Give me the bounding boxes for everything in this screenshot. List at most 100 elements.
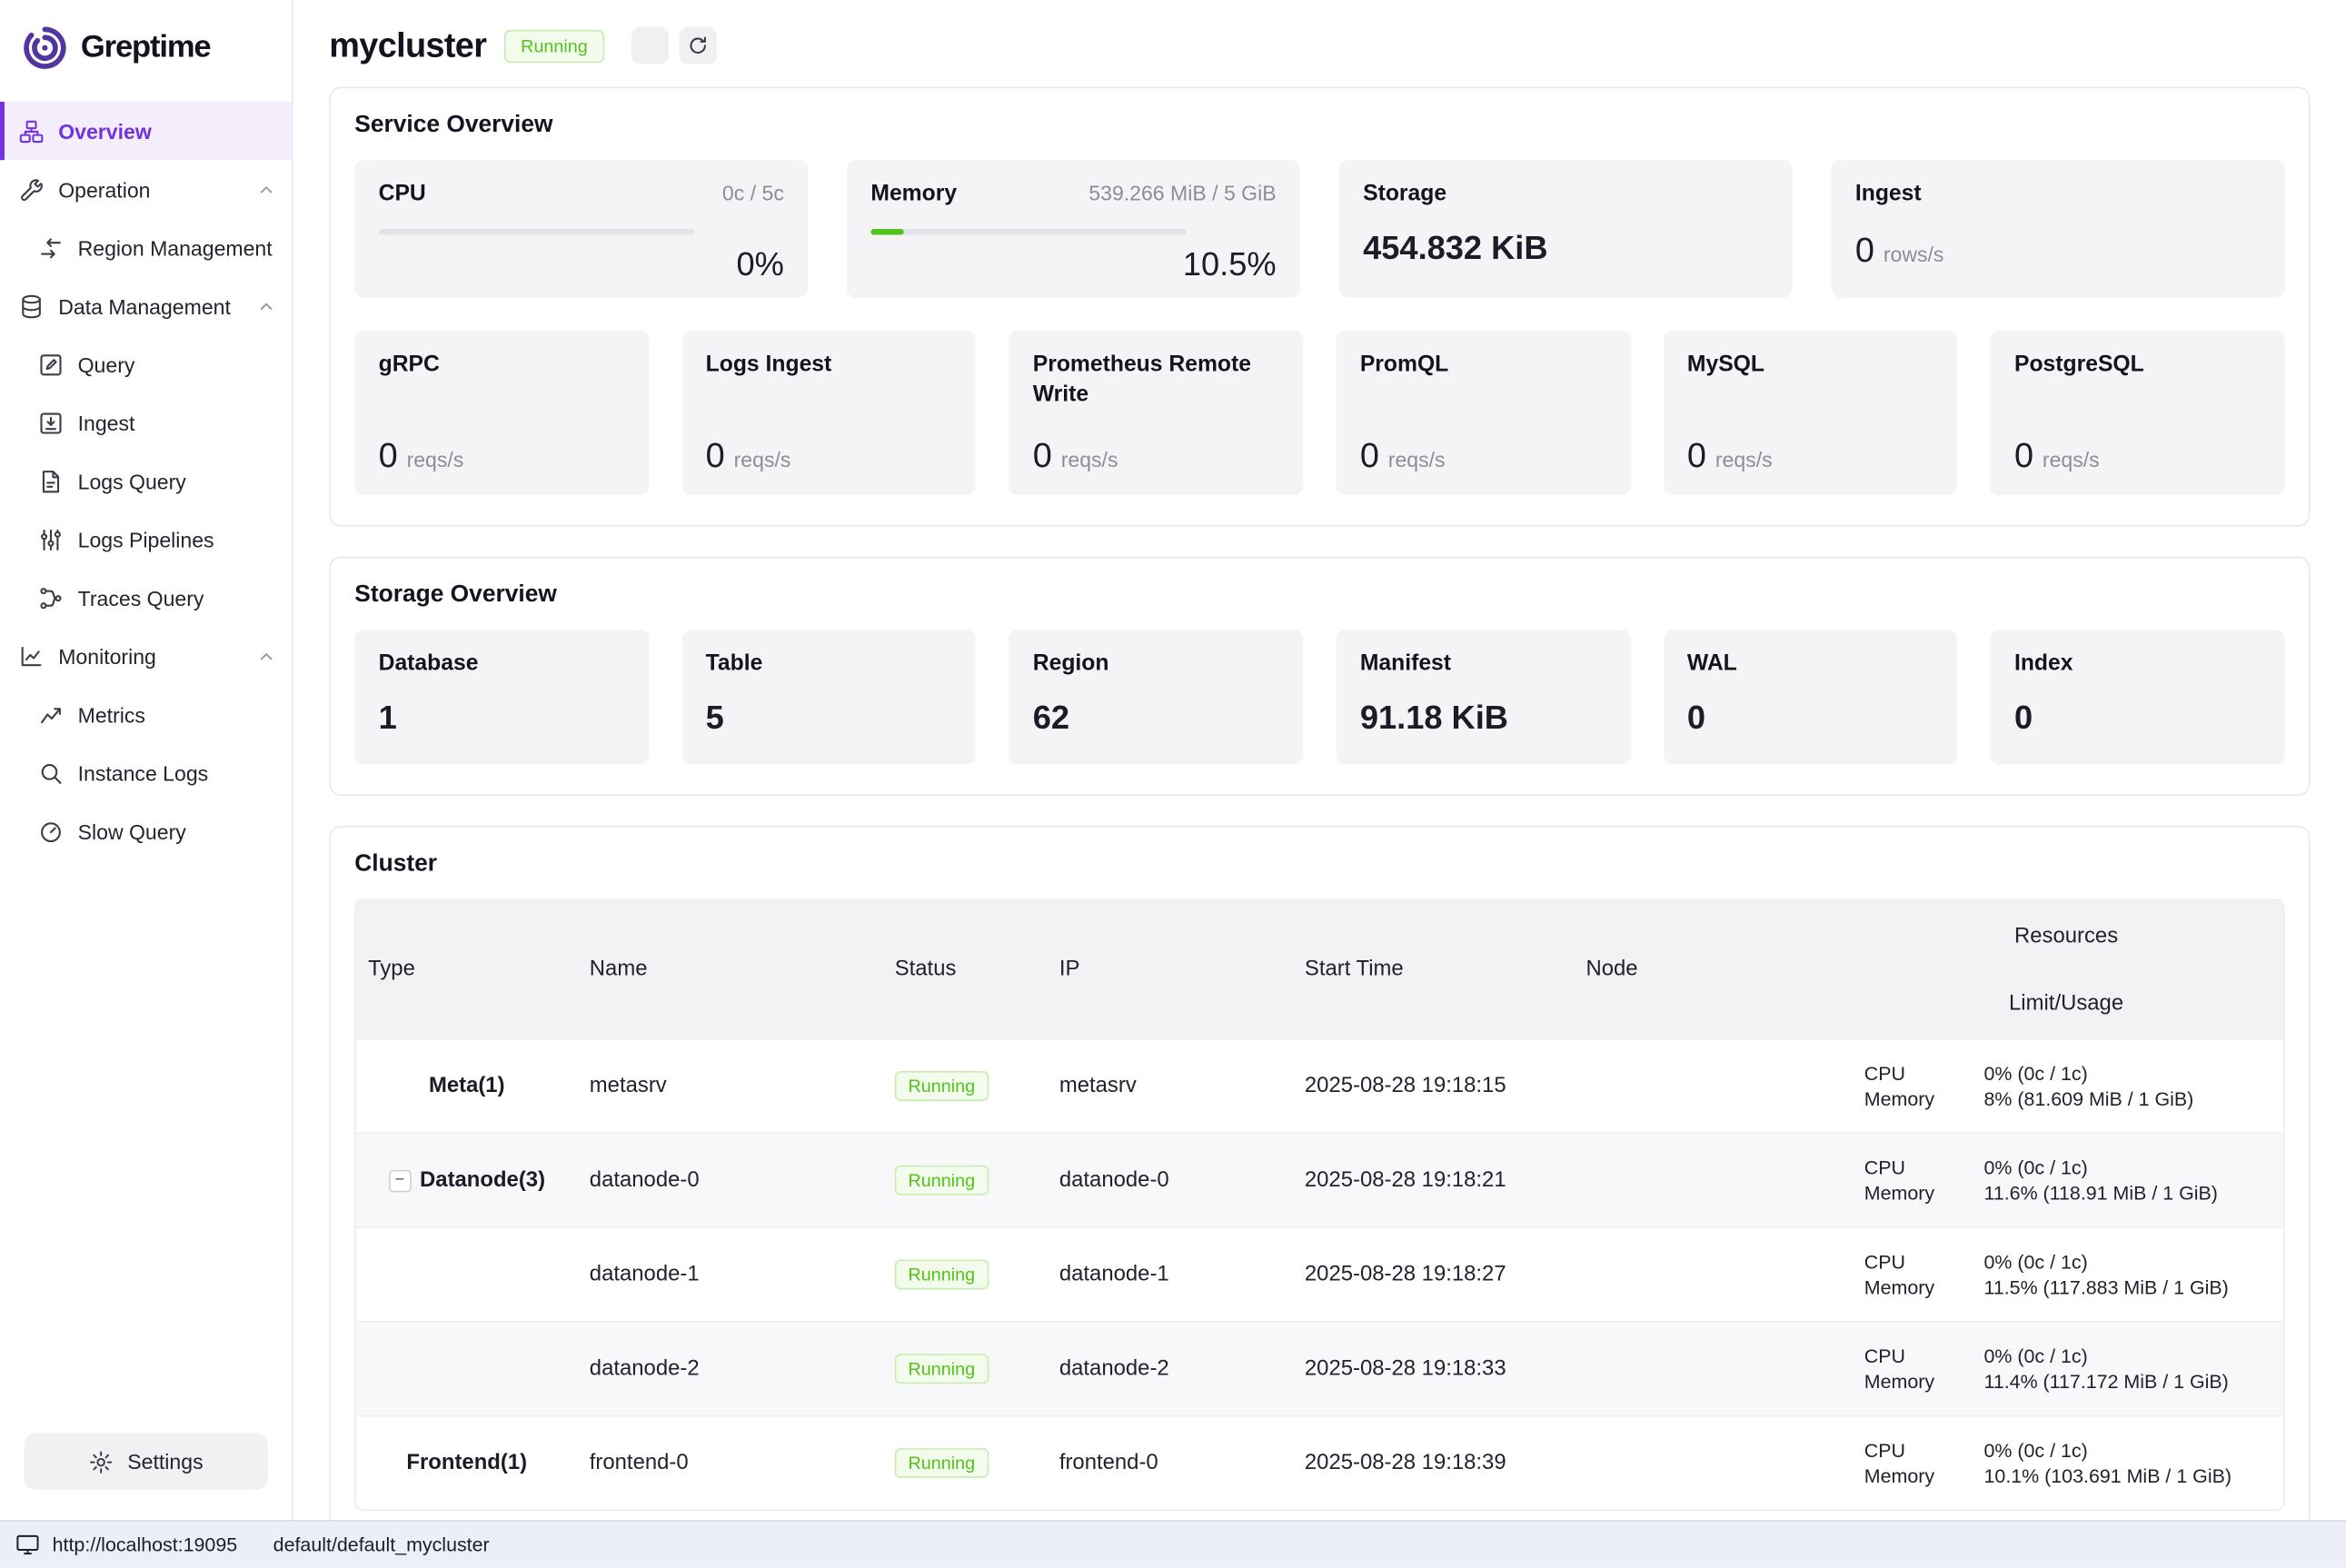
header-action-button[interactable] — [631, 27, 669, 65]
cpu-usage-value: 0% (0c / 1c) — [1984, 1156, 2283, 1179]
merge-arrows-icon — [37, 234, 65, 262]
rate-unit: reqs/s — [1715, 447, 1773, 471]
memory-row-label: Memory — [1864, 1276, 1984, 1299]
cpu-progress-bar — [379, 229, 695, 235]
sidebar-item-traces-query[interactable]: Traces Query — [0, 569, 292, 627]
rate-value: 0 — [1033, 435, 1052, 475]
stat-value: 0 — [1687, 699, 1933, 738]
sidebar-item-label: Metrics — [78, 702, 145, 726]
stat-tile-table: Table 5 — [681, 630, 976, 764]
minus-icon: − — [395, 1172, 405, 1188]
sidebar-item-label: Logs Pipelines — [78, 527, 214, 551]
chevron-up-icon[interactable] — [256, 646, 277, 667]
chevron-up-icon[interactable] — [256, 295, 277, 316]
query-edit-icon — [37, 351, 65, 378]
brand-logo[interactable]: Greptime — [0, 0, 292, 102]
start-time-cell: 2025-08-28 19:18:39 — [1293, 1451, 1575, 1474]
column-header-start-time: Start Time — [1293, 958, 1575, 981]
ip-cell: datanode-2 — [1048, 1357, 1293, 1381]
stat-value: 91.18 KiB — [1360, 699, 1606, 738]
stat-tile-manifest: Manifest 91.18 KiB — [1336, 630, 1630, 764]
gear-icon — [88, 1449, 114, 1474]
settings-button[interactable]: Settings — [24, 1434, 267, 1491]
memory-usage-value: 11.4% (117.172 MiB / 1 GiB) — [1984, 1370, 2283, 1393]
metrics-icon — [37, 700, 65, 728]
sidebar-item-logs-pipelines[interactable]: Logs Pipelines — [0, 511, 292, 569]
ip-cell: frontend-0 — [1048, 1451, 1293, 1474]
status-badge: Running — [895, 1354, 989, 1384]
sidebar-item-slow-query[interactable]: Slow Query — [0, 802, 292, 860]
sidebar-group-label: Data Management — [58, 294, 231, 318]
rate-tile-promql: PromQL 0 reqs/s — [1336, 331, 1630, 495]
sidebar-item-label: Slow Query — [78, 819, 186, 843]
memory-row-label: Memory — [1864, 1370, 1984, 1393]
resources-cell: CPU 0% (0c / 1c) Memory 11.5% (117.883 M… — [1849, 1236, 2283, 1314]
type-cell: − Datanode(3) — [356, 1168, 578, 1192]
rate-tile-logs-ingest: Logs Ingest 0 reqs/s — [681, 331, 976, 495]
stat-label: Region — [1033, 650, 1279, 680]
resources-cell: CPU 0% (0c / 1c) Memory 8% (81.609 MiB /… — [1849, 1047, 2283, 1126]
memory-percent: 10.5% — [870, 245, 1276, 284]
status-badge: Running — [895, 1166, 989, 1196]
sidebar-group-data-management[interactable]: Data Management — [0, 277, 292, 335]
sidebar-item-region-management[interactable]: Region Management — [0, 218, 292, 276]
sidebar-item-query[interactable]: Query — [0, 335, 292, 393]
name-cell: frontend-0 — [578, 1451, 883, 1474]
cluster-card: Cluster Type Name Status IP Start Time N… — [329, 826, 2310, 1520]
start-time-cell: 2025-08-28 19:18:15 — [1293, 1074, 1575, 1097]
logs-query-icon — [37, 468, 65, 495]
rate-unit: reqs/s — [2043, 447, 2100, 471]
type-cell: Meta(1) — [356, 1074, 578, 1097]
memory-row-label: Memory — [1864, 1464, 1984, 1487]
resources-cell: CPU 0% (0c / 1c) Memory 10.1% (103.691 M… — [1849, 1424, 2283, 1503]
memory-usage-value: 11.5% (117.883 MiB / 1 GiB) — [1984, 1276, 2283, 1299]
refresh-button[interactable] — [679, 27, 716, 65]
sidebar-item-instance-logs[interactable]: Instance Logs — [0, 743, 292, 801]
status-cell: Running — [883, 1071, 1048, 1101]
sidebar-item-metrics[interactable]: Metrics — [0, 685, 292, 743]
column-header-type: Type — [356, 958, 578, 981]
sidebar-group-monitoring[interactable]: Monitoring — [0, 627, 292, 685]
sidebar-item-label: Traces Query — [78, 586, 204, 610]
rate-value: 0 — [1687, 435, 1706, 475]
rate-label: Logs Ingest — [706, 350, 952, 380]
table-body: Meta(1) metasrv Running metasrv 2025-08-… — [356, 1038, 2283, 1510]
sidebar-group-operation[interactable]: Operation — [0, 160, 292, 218]
table-row-frontend-0: Frontend(1) frontend-0 Running frontend-… — [356, 1415, 2283, 1510]
status-badge: Running — [895, 1260, 989, 1290]
sidebar-item-label: Region Management — [78, 235, 273, 259]
type-cell: Frontend(1) — [356, 1451, 578, 1474]
sidebar-item-logs-query[interactable]: Logs Query — [0, 452, 292, 510]
sidebar-item-ingest[interactable]: Ingest — [0, 393, 292, 452]
cpu-detail: 0c / 5c — [722, 181, 784, 204]
sitemap-icon — [18, 117, 45, 144]
sliders-icon — [37, 526, 65, 553]
status-cell: Running — [883, 1166, 1048, 1196]
table-row-metasrv: Meta(1) metasrv Running metasrv 2025-08-… — [356, 1038, 2283, 1133]
table-row-datanode-1: datanode-1 Running datanode-1 2025-08-28… — [356, 1226, 2283, 1321]
status-cell: Running — [883, 1448, 1048, 1478]
rate-label: Prometheus Remote Write — [1033, 350, 1279, 411]
name-cell: datanode-0 — [578, 1168, 883, 1192]
cpu-usage-value: 0% (0c / 1c) — [1984, 1062, 2283, 1085]
database-icon — [18, 293, 45, 320]
cpu-usage-value: 0% (0c / 1c) — [1984, 1439, 2283, 1462]
stat-label: Database — [379, 650, 625, 680]
rate-tile-mysql: MySQL 0 reqs/s — [1664, 331, 1958, 495]
service-overview-card: Service Overview CPU 0c / 5c 0% Memory — [329, 87, 2310, 527]
search-icon — [37, 759, 65, 787]
memory-usage-value: 11.6% (118.91 MiB / 1 GiB) — [1984, 1182, 2283, 1205]
wrench-icon — [18, 175, 45, 203]
ingest-unit: rows/s — [1884, 243, 1944, 266]
rate-unit: reqs/s — [1061, 447, 1118, 471]
sidebar-item-overview[interactable]: Overview — [0, 102, 292, 160]
storage-value: 454.832 KiB — [1363, 229, 1768, 268]
resources-header-label: Resources — [2014, 924, 2118, 948]
sidebar-group-label: Monitoring — [58, 644, 156, 668]
gauge-icon — [37, 818, 65, 845]
sidebar-item-label: Query — [78, 352, 135, 376]
chevron-up-icon[interactable] — [256, 179, 277, 200]
collapse-button[interactable]: − — [388, 1169, 411, 1192]
stat-label: Index — [2014, 650, 2261, 680]
sidebar-item-label: Ingest — [78, 411, 135, 434]
